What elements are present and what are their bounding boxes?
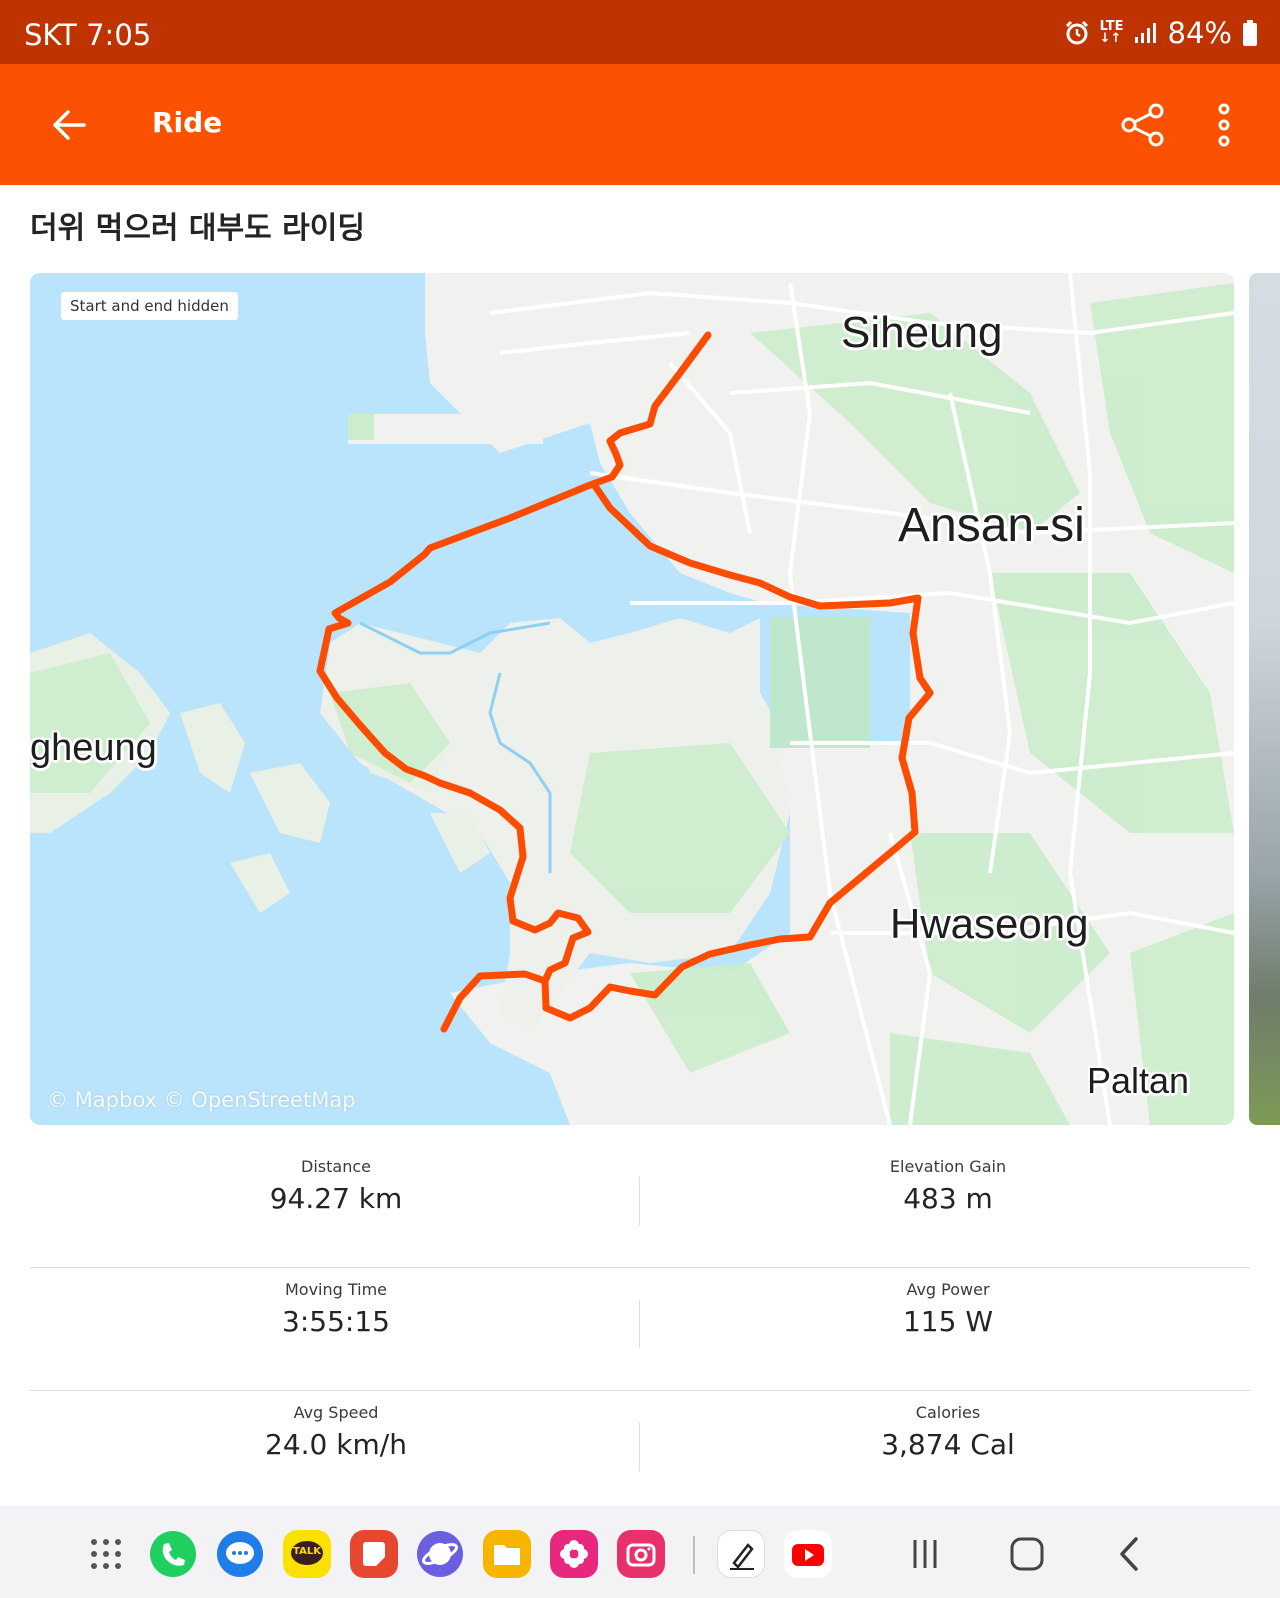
navigation-bar: TALK <box>0 1506 1280 1598</box>
alarm-icon <box>1064 20 1090 46</box>
stat-distance: Distance 94.27 km <box>30 1157 642 1215</box>
stat-avg-power: Avg Power 115 W <box>642 1280 1254 1338</box>
recents-icon <box>913 1540 937 1568</box>
phone-icon[interactable] <box>149 1530 197 1578</box>
my-files-icon[interactable] <box>483 1530 531 1578</box>
stat-value: 483 m <box>903 1182 993 1215</box>
divider <box>639 1177 640 1225</box>
kakaotalk-label: TALK <box>293 1546 321 1557</box>
stats-grid: Distance 94.27 km Elevation Gain 483 m M… <box>30 1145 1250 1514</box>
battery-icon <box>1242 19 1258 47</box>
stat-label: Distance <box>301 1157 371 1176</box>
stat-value: 115 W <box>902 1305 994 1338</box>
stats-row: Moving Time 3:55:15 Avg Power 115 W <box>30 1268 1250 1391</box>
map-reclaimed-land <box>348 414 543 444</box>
page-title: Ride <box>152 106 223 139</box>
back-button[interactable] <box>44 100 94 150</box>
gallery-icon[interactable] <box>550 1530 598 1578</box>
youtube-icon[interactable] <box>784 1530 832 1578</box>
stat-label: Avg Speed <box>293 1403 379 1422</box>
share-icon <box>1121 103 1164 147</box>
stat-avg-speed: Avg Speed 24.0 km/h <box>30 1403 642 1461</box>
internet-icon[interactable] <box>416 1530 464 1578</box>
activity-title: 더위 먹으러 대부도 라이딩 <box>30 211 365 246</box>
app-drawer-icon[interactable] <box>82 1530 130 1578</box>
notes-icon[interactable] <box>350 1530 398 1578</box>
back-arrow-icon <box>53 110 86 140</box>
place-label-gheung: gheung <box>30 727 157 769</box>
place-label-ansan: Ansan-si <box>898 499 1085 552</box>
place-label-siheung: Siheung <box>841 308 1003 357</box>
recents-button[interactable] <box>905 1534 945 1574</box>
stat-moving-time: Moving Time 3:55:15 <box>30 1280 642 1338</box>
pen-up-icon[interactable] <box>717 1530 765 1578</box>
carrier-time: SKT 7:05 <box>24 18 152 52</box>
camera-icon[interactable] <box>617 1530 665 1578</box>
stat-value: 24.0 km/h <box>265 1428 407 1461</box>
divider <box>639 1300 640 1348</box>
stat-value: 94.27 km <box>269 1182 403 1215</box>
app-bar: Ride <box>0 64 1280 185</box>
signal-icon <box>1134 22 1158 44</box>
stat-label: Calories <box>915 1403 981 1422</box>
map-green-patch-b <box>770 618 870 748</box>
activity-photo-peek[interactable] <box>1249 273 1280 1125</box>
stats-row: Distance 94.27 km Elevation Gain 483 m <box>30 1145 1250 1268</box>
home-button[interactable] <box>1007 1534 1047 1574</box>
place-label-paltan: Paltan <box>1087 1060 1190 1101</box>
stat-value: 3,874 Cal <box>881 1428 1015 1461</box>
privacy-badge: Start and end hidden <box>61 292 238 320</box>
home-icon <box>1010 1537 1044 1571</box>
back-nav-icon <box>1120 1537 1138 1571</box>
more-options-button[interactable] <box>1206 100 1242 150</box>
lte-icon: LTE ↓↑ <box>1099 19 1124 46</box>
stat-value: 3:55:15 <box>282 1305 390 1338</box>
status-bar: SKT 7:05 LTE ↓↑ 84% <box>0 0 1280 64</box>
battery-percent: 84% <box>1167 16 1232 50</box>
stat-elevation-gain: Elevation Gain 483 m <box>642 1157 1254 1215</box>
dock-divider <box>693 1536 695 1574</box>
stat-calories: Calories 3,874 Cal <box>642 1403 1254 1461</box>
more-vertical-icon <box>1218 103 1230 147</box>
map-attribution: © Mapbox © OpenStreetMap <box>47 1088 356 1112</box>
status-icons: LTE ↓↑ 84% <box>1064 16 1258 50</box>
map-green-patch-a <box>348 414 374 440</box>
stat-label: Elevation Gain <box>889 1157 1007 1176</box>
kakaotalk-icon[interactable]: TALK <box>283 1530 331 1578</box>
route-map[interactable] <box>30 273 1234 1125</box>
back-nav-button[interactable] <box>1110 1534 1150 1574</box>
lte-label: LTE <box>1099 19 1124 34</box>
place-label-hwaseong: Hwaseong <box>890 900 1089 947</box>
stats-row: Avg Speed 24.0 km/h Calories 3,874 Cal <box>30 1391 1250 1514</box>
divider <box>639 1423 640 1471</box>
messages-icon[interactable] <box>216 1530 264 1578</box>
stat-label: Avg Power <box>906 1280 990 1299</box>
share-button[interactable] <box>1118 100 1168 150</box>
stat-label: Moving Time <box>284 1280 388 1299</box>
